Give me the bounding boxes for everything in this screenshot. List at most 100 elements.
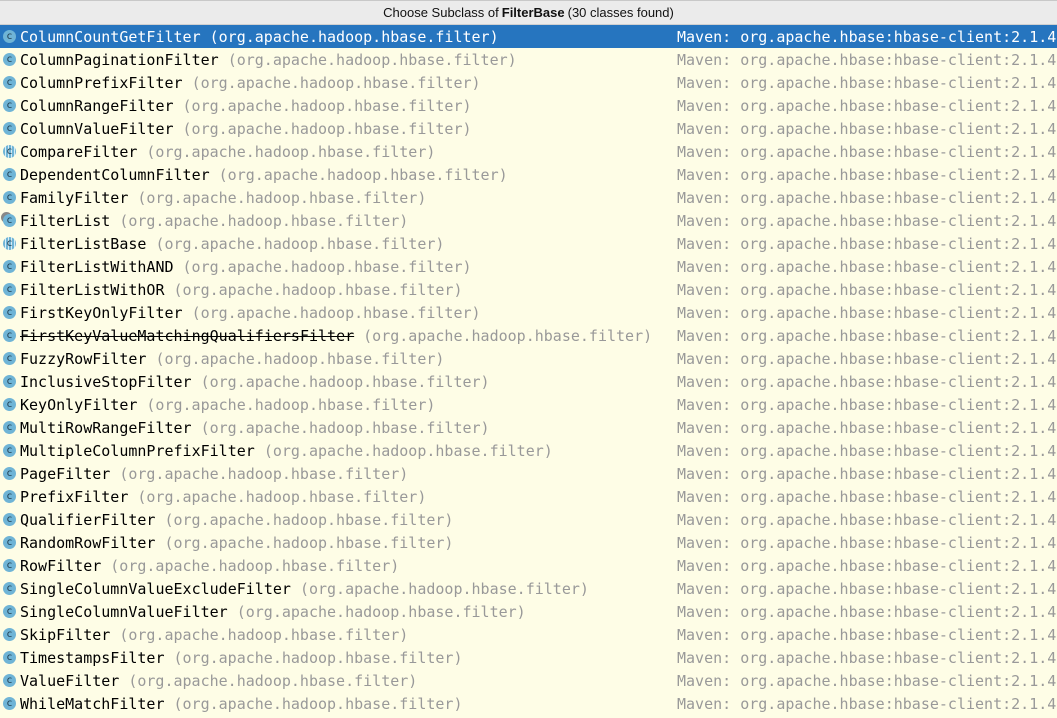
library-source: Maven: org.apache.hbase:hbase-client:2.1…: [677, 96, 1057, 115]
list-item[interactable]: c SingleColumnValueFilter (org.apache.hado…: [0, 600, 1057, 623]
library-source: Maven: org.apache.hbase:hbase-client:2.1…: [677, 27, 1057, 46]
library-source: Maven: org.apache.hbase:hbase-client:2.1…: [677, 487, 1057, 506]
list-item[interactable]: c ColumnValueFilter (org.apache.hadoop.hba…: [0, 117, 1057, 140]
package-name: (org.apache.hadoop.hbase.filter): [191, 303, 481, 322]
class-icon: c: [3, 398, 16, 411]
class-name: FilterListWithAND: [20, 257, 174, 276]
package-name: (org.apache.hadoop.hbase.filter): [263, 441, 553, 460]
package-name: (org.apache.hadoop.hbase.filter): [191, 73, 481, 92]
list-item[interactable]: c WhileMatchFilter (org.apache.hadoop.hbas…: [0, 692, 1057, 715]
list-item[interactable]: c FuzzyRowFilter (org.apache.hadoop.hbase.…: [0, 347, 1057, 370]
class-name: FirstKeyValueMatchingQualifiersFilter: [20, 326, 355, 345]
package-name: (org.apache.hadoop.hbase.filter): [164, 533, 454, 552]
abstract-class-icon: c: [3, 237, 16, 250]
library-source: Maven: org.apache.hbase:hbase-client:2.1…: [677, 533, 1057, 552]
class-icon: c: [3, 53, 16, 66]
class-name: ColumnPaginationFilter: [20, 50, 219, 69]
class-name: DependentColumnFilter: [20, 165, 210, 184]
library-source: Maven: org.apache.hbase:hbase-client:2.1…: [677, 326, 1057, 345]
list-item[interactable]: c FirstKeyOnlyFilter (org.apache.hadoop.hb…: [0, 301, 1057, 324]
list-item[interactable]: c RandomRowFilter (org.apache.hadoop.hbase…: [0, 531, 1057, 554]
list-item[interactable]: c SkipFilter (org.apache.hadoop.hbase.filt…: [0, 623, 1057, 646]
package-name: (org.apache.hadoop.hbase.filter): [200, 418, 490, 437]
package-name: (org.apache.hadoop.hbase.filter): [173, 694, 463, 713]
list-item[interactable]: c FilterListWithAND (org.apache.hadoop.hba…: [0, 255, 1057, 278]
library-source: Maven: org.apache.hbase:hbase-client:2.1…: [677, 372, 1057, 391]
list-item[interactable]: c ColumnRangeFilter (org.apache.hadoop.hba…: [0, 94, 1057, 117]
list-item[interactable]: c ValueFilter (org.apache.hadoop.hbase.fil…: [0, 669, 1057, 692]
library-source: Maven: org.apache.hbase:hbase-client:2.1…: [677, 280, 1057, 299]
class-name: ValueFilter: [20, 671, 120, 690]
list-item[interactable]: c DependentColumnFilter (org.apache.hadoop…: [0, 163, 1057, 186]
list-item[interactable]: c FilterListWithOR (org.apache.hadoop.hbas…: [0, 278, 1057, 301]
package-name: (org.apache.hadoop.hbase.filter): [299, 579, 589, 598]
class-icon: c: [3, 260, 16, 273]
class-icon: c: [3, 191, 16, 204]
package-name: (org.apache.hadoop.hbase.filter): [155, 234, 445, 253]
package-name: (org.apache.hadoop.hbase.filter): [155, 349, 445, 368]
list-item[interactable]: c KeyOnlyFilter (org.apache.hadoop.hbase.f…: [0, 393, 1057, 416]
class-name: PrefixFilter: [20, 487, 129, 506]
package-name: (org.apache.hadoop.hbase.filter): [146, 142, 436, 161]
package-name: (org.apache.hadoop.hbase.filter): [119, 464, 409, 483]
library-source: Maven: org.apache.hbase:hbase-client:2.1…: [677, 625, 1057, 644]
class-name: QualifierFilter: [20, 510, 156, 529]
list-item[interactable]: c FilterList (org.apache.hadoop.hbase.filt…: [0, 209, 1057, 232]
class-icon: c: [3, 421, 16, 434]
class-name: SingleColumnValueFilter: [20, 602, 228, 621]
abstract-class-icon: c: [3, 145, 16, 158]
list-item[interactable]: c CompareFilter (org.apache.hadoop.hbase.f…: [0, 140, 1057, 163]
class-name: FuzzyRowFilter: [20, 349, 147, 368]
package-name: (org.apache.hadoop.hbase.filter): [119, 625, 409, 644]
list-item[interactable]: c SingleColumnValueExcludeFilter (org.apac…: [0, 577, 1057, 600]
library-source: Maven: org.apache.hbase:hbase-client:2.1…: [677, 671, 1057, 690]
list-item[interactable]: c MultipleColumnPrefixFilter (org.apache.h…: [0, 439, 1057, 462]
library-source: Maven: org.apache.hbase:hbase-client:2.1…: [677, 142, 1057, 161]
class-icon: c: [3, 30, 16, 43]
list-item[interactable]: c ColumnPaginationFilter (org.apache.hadoo…: [0, 48, 1057, 71]
package-name: (org.apache.hadoop.hbase.filter): [146, 395, 436, 414]
class-name: PageFilter: [20, 464, 111, 483]
library-source: Maven: org.apache.hbase:hbase-client:2.1…: [677, 349, 1057, 368]
class-name: ColumnCountGetFilter: [20, 27, 201, 46]
library-source: Maven: org.apache.hbase:hbase-client:2.1…: [677, 556, 1057, 575]
list-item[interactable]: c FirstKeyValueMatchingQualifiersFilter (o…: [0, 324, 1057, 347]
final-class-icon: c: [3, 214, 16, 227]
library-source: Maven: org.apache.hbase:hbase-client:2.1…: [677, 579, 1057, 598]
class-icon: c: [3, 76, 16, 89]
class-name: FilterList: [20, 211, 111, 230]
class-name: FamilyFilter: [20, 188, 129, 207]
list-item[interactable]: c FilterListBase (org.apache.hadoop.hbase.…: [0, 232, 1057, 255]
class-name: FilterListBase: [20, 234, 147, 253]
title-count: (30 classes found): [567, 5, 674, 20]
class-name: RowFilter: [20, 556, 102, 575]
package-name: (org.apache.hadoop.hbase.filter): [182, 96, 472, 115]
list-item[interactable]: c FamilyFilter (org.apache.hadoop.hbase.fi…: [0, 186, 1057, 209]
title-prefix: Choose Subclass of: [383, 5, 499, 20]
class-name: TimestampsFilter: [20, 648, 165, 667]
class-name: WhileMatchFilter: [20, 694, 165, 713]
package-name: (org.apache.hadoop.hbase.filter): [119, 211, 409, 230]
package-name: (org.apache.hadoop.hbase.filter): [209, 27, 499, 46]
list-item[interactable]: c PrefixFilter (org.apache.hadoop.hbase.fi…: [0, 485, 1057, 508]
class-icon: c: [3, 375, 16, 388]
class-icon: c: [3, 490, 16, 503]
class-icon: c: [3, 467, 16, 480]
class-name: ColumnPrefixFilter: [20, 73, 183, 92]
library-source: Maven: org.apache.hbase:hbase-client:2.1…: [677, 602, 1057, 621]
class-icon: c: [3, 352, 16, 365]
list-item[interactable]: c ColumnCountGetFilter (org.apache.hadoop.…: [0, 25, 1057, 48]
class-icon: c: [3, 99, 16, 112]
library-source: Maven: org.apache.hbase:hbase-client:2.1…: [677, 50, 1057, 69]
package-name: (org.apache.hadoop.hbase.filter): [227, 50, 517, 69]
list-item[interactable]: c TimestampsFilter (org.apache.hadoop.hbas…: [0, 646, 1057, 669]
list-item[interactable]: c ColumnPrefixFilter (org.apache.hadoop.hb…: [0, 71, 1057, 94]
list-item[interactable]: c MultiRowRangeFilter (org.apache.hadoop.h…: [0, 416, 1057, 439]
list-item[interactable]: c RowFilter (org.apache.hadoop.hbase.filte…: [0, 554, 1057, 577]
list-item[interactable]: c PageFilter (org.apache.hadoop.hbase.filt…: [0, 462, 1057, 485]
package-name: (org.apache.hadoop.hbase.filter): [173, 648, 463, 667]
package-name: (org.apache.hadoop.hbase.filter): [236, 602, 526, 621]
list-item[interactable]: c QualifierFilter (org.apache.hadoop.hbase…: [0, 508, 1057, 531]
package-name: (org.apache.hadoop.hbase.filter): [164, 510, 454, 529]
list-item[interactable]: c InclusiveStopFilter (org.apache.hadoop.h…: [0, 370, 1057, 393]
